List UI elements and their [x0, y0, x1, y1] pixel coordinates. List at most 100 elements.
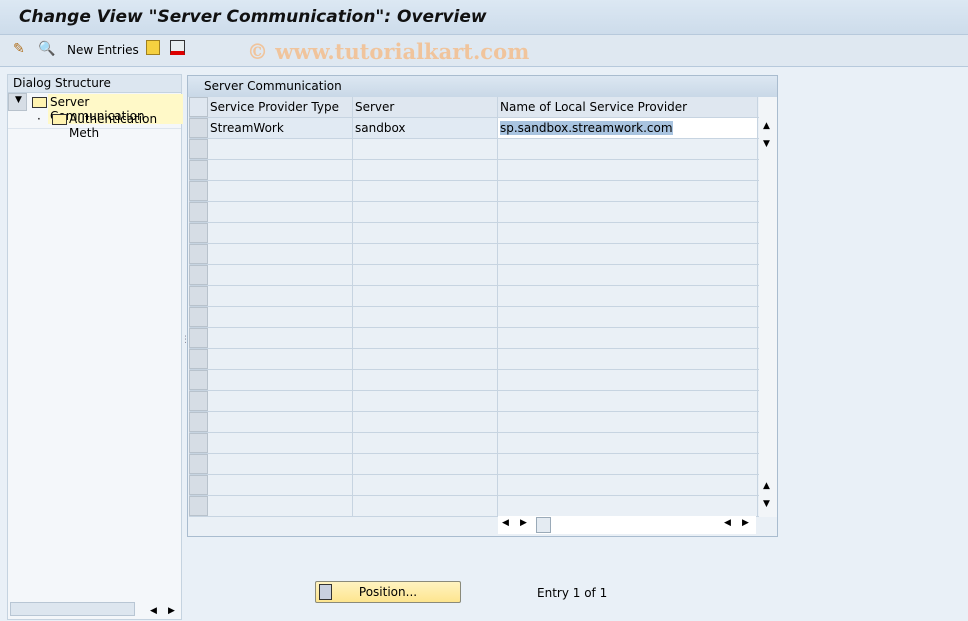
table-cell[interactable] — [208, 454, 353, 474]
table-cell[interactable] — [498, 454, 758, 474]
scroll-left-icon[interactable]: ◀ — [150, 606, 157, 616]
table-cell[interactable] — [498, 139, 758, 159]
table-cell[interactable] — [498, 265, 758, 285]
table-cell[interactable]: sp.sandbox.streamwork.com — [498, 118, 758, 138]
horizontal-scrollbar[interactable] — [10, 602, 135, 616]
scroll-right-icon[interactable]: ▶ — [520, 518, 527, 528]
column-header[interactable]: Name of Local Service Provider — [498, 97, 758, 117]
table-cell[interactable] — [208, 475, 353, 495]
delete-icon[interactable] — [170, 40, 185, 55]
row-selector[interactable] — [189, 391, 208, 411]
column-header[interactable]: Server — [353, 97, 498, 117]
table-cell[interactable] — [208, 244, 353, 264]
table-cell[interactable] — [353, 328, 498, 348]
row-selector[interactable] — [189, 160, 208, 180]
table-cell[interactable] — [208, 496, 353, 516]
table-cell[interactable] — [208, 391, 353, 411]
table-cell[interactable] — [353, 370, 498, 390]
select-all-button[interactable] — [189, 97, 208, 117]
table-cell[interactable] — [208, 307, 353, 327]
table-cell[interactable] — [353, 433, 498, 453]
scroll-down-icon[interactable]: ▼ — [763, 499, 770, 509]
table-cell[interactable] — [353, 265, 498, 285]
table-cell[interactable] — [498, 475, 758, 495]
table-cell[interactable] — [208, 160, 353, 180]
table-cell[interactable] — [353, 412, 498, 432]
row-selector[interactable] — [189, 475, 208, 495]
table-cell[interactable] — [498, 391, 758, 411]
table-cell[interactable] — [208, 349, 353, 369]
table-cell[interactable] — [353, 202, 498, 222]
table-cell[interactable] — [208, 265, 353, 285]
row-selector[interactable] — [189, 433, 208, 453]
display-change-icon[interactable]: ✎ — [13, 41, 25, 59]
table-cell[interactable] — [208, 181, 353, 201]
row-selector[interactable] — [189, 118, 208, 138]
table-cell[interactable] — [498, 160, 758, 180]
table-cell[interactable] — [353, 223, 498, 243]
table-cell[interactable] — [208, 370, 353, 390]
table-cell[interactable] — [498, 223, 758, 243]
copy-icon[interactable] — [146, 40, 160, 55]
table-cell[interactable] — [208, 328, 353, 348]
scroll-right-icon[interactable]: ▶ — [742, 518, 749, 528]
expand-icon[interactable]: ▼ — [15, 95, 22, 105]
row-selector[interactable] — [189, 265, 208, 285]
table-cell[interactable] — [353, 244, 498, 264]
table-cell[interactable] — [498, 349, 758, 369]
row-selector[interactable] — [189, 223, 208, 243]
table-cell[interactable] — [353, 391, 498, 411]
scroll-up-icon[interactable]: ▲ — [763, 121, 770, 131]
tree-node-server-communication[interactable]: ▼ Server Communication — [8, 93, 183, 124]
table-cell[interactable] — [353, 139, 498, 159]
row-selector[interactable] — [189, 202, 208, 222]
table-cell[interactable] — [353, 349, 498, 369]
row-selector[interactable] — [189, 496, 208, 516]
table-cell[interactable] — [353, 454, 498, 474]
table-cell[interactable] — [208, 412, 353, 432]
table-cell[interactable] — [498, 496, 758, 516]
table-cell[interactable] — [498, 181, 758, 201]
scroll-down-icon[interactable]: ▼ — [763, 139, 770, 149]
row-selector[interactable] — [189, 139, 208, 159]
row-selector[interactable] — [189, 286, 208, 306]
table-cell[interactable] — [353, 181, 498, 201]
row-selector[interactable] — [189, 370, 208, 390]
table-cell[interactable] — [208, 139, 353, 159]
row-selector[interactable] — [189, 307, 208, 327]
table-cell[interactable] — [353, 496, 498, 516]
tree-node-authentication[interactable]: · Authentication Meth — [8, 111, 181, 140]
table-cell[interactable] — [208, 433, 353, 453]
table-cell[interactable] — [498, 286, 758, 306]
column-header[interactable]: Service Provider Type — [208, 97, 353, 117]
table-cell[interactable] — [208, 202, 353, 222]
table-cell[interactable] — [498, 244, 758, 264]
table-cell[interactable] — [498, 370, 758, 390]
horizontal-scrollbar[interactable]: ◀ ▶ ◀ ▶ — [498, 516, 756, 534]
new-entries-button[interactable]: New Entries — [67, 43, 139, 61]
table-cell[interactable] — [498, 202, 758, 222]
table-cell[interactable] — [353, 475, 498, 495]
vertical-scrollbar[interactable]: ▲ ▼ ▲ ▼ — [759, 97, 777, 517]
table-cell[interactable] — [353, 307, 498, 327]
table-cell[interactable]: StreamWork — [208, 118, 353, 138]
table-cell[interactable]: sandbox — [353, 118, 498, 138]
table-cell[interactable] — [353, 286, 498, 306]
table-cell[interactable] — [208, 286, 353, 306]
table-cell[interactable] — [498, 328, 758, 348]
row-selector[interactable] — [189, 328, 208, 348]
scroll-right-icon[interactable]: ▶ — [168, 606, 175, 616]
scroll-left-icon[interactable]: ◀ — [724, 518, 731, 528]
row-selector[interactable] — [189, 412, 208, 432]
scroll-up-icon[interactable]: ▲ — [763, 481, 770, 491]
position-button[interactable]: Position... — [315, 581, 461, 603]
table-cell[interactable] — [498, 307, 758, 327]
row-selector[interactable] — [189, 244, 208, 264]
table-cell[interactable] — [353, 160, 498, 180]
row-selector[interactable] — [189, 181, 208, 201]
row-selector[interactable] — [189, 454, 208, 474]
details-icon[interactable]: 🔍 — [38, 41, 55, 59]
table-cell[interactable] — [498, 412, 758, 432]
table-cell[interactable] — [208, 223, 353, 243]
row-selector[interactable] — [189, 349, 208, 369]
